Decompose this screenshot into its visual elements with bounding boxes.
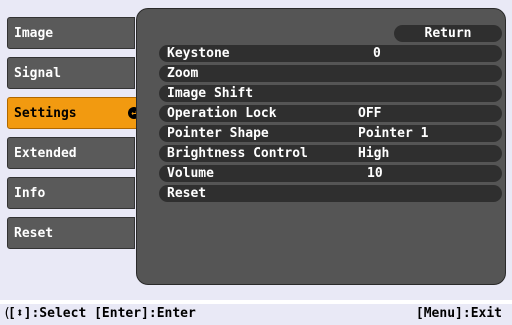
projector-menu-screen: Image Signal Settings ↵ Extended Info Re… bbox=[0, 0, 512, 300]
menu-item-label: Keystone bbox=[167, 46, 230, 61]
return-label: Return bbox=[424, 26, 472, 41]
menu-item-keystone[interactable]: Keystone 0 bbox=[159, 45, 502, 62]
menu-item-label: Zoom bbox=[167, 66, 199, 81]
tab-label: Signal bbox=[14, 65, 61, 81]
footer-exit-hint: [Menu]:Exit bbox=[415, 306, 502, 321]
menu-item-operation-lock[interactable]: Operation Lock OFF bbox=[159, 105, 502, 122]
menu-item-label: Pointer Shape bbox=[167, 126, 269, 141]
menu-item-value: 0 bbox=[373, 46, 381, 61]
tab-info[interactable]: Info bbox=[7, 177, 135, 209]
tab-label: Info bbox=[14, 185, 46, 201]
return-button[interactable]: Return bbox=[394, 25, 502, 42]
tab-label: Image bbox=[14, 25, 54, 41]
tab-extended[interactable]: Extended bbox=[7, 137, 135, 169]
tab-settings[interactable]: Settings ↵ bbox=[7, 97, 147, 129]
tab-label: Reset bbox=[14, 225, 54, 241]
menu-item-value: OFF bbox=[358, 106, 382, 121]
footer-select-hint: [⬍]:Select [Enter]:Enter bbox=[8, 306, 196, 321]
tab-label: Extended bbox=[14, 145, 77, 161]
menu-item-label: Reset bbox=[167, 186, 207, 201]
menu-item-value: Pointer 1 bbox=[358, 126, 429, 141]
menu-item-label: Brightness Control bbox=[167, 146, 308, 161]
menu-item-image-shift[interactable]: Image Shift bbox=[159, 85, 502, 102]
menu-item-value: 10 bbox=[367, 166, 383, 181]
tab-label: Settings bbox=[14, 105, 77, 121]
menu-item-label: Image Shift bbox=[167, 86, 254, 101]
menu-item-value: High bbox=[358, 146, 390, 161]
menu-item-label: Volume bbox=[167, 166, 214, 181]
menu-item-volume[interactable]: Volume 10 bbox=[159, 165, 502, 182]
tab-reset[interactable]: Reset bbox=[7, 217, 135, 249]
footer-help-bar: ( [⬍]:Select [Enter]:Enter [Menu]:Exit bbox=[0, 304, 512, 325]
menu-item-pointer-shape[interactable]: Pointer Shape Pointer 1 bbox=[159, 125, 502, 142]
menu-item-reset[interactable]: Reset bbox=[159, 185, 502, 202]
tab-image[interactable]: Image bbox=[7, 17, 135, 49]
menu-item-brightness-control[interactable]: Brightness Control High bbox=[159, 145, 502, 162]
menu-item-zoom[interactable]: Zoom bbox=[159, 65, 502, 82]
menu-item-label: Operation Lock bbox=[167, 106, 277, 121]
tab-signal[interactable]: Signal bbox=[7, 57, 135, 89]
